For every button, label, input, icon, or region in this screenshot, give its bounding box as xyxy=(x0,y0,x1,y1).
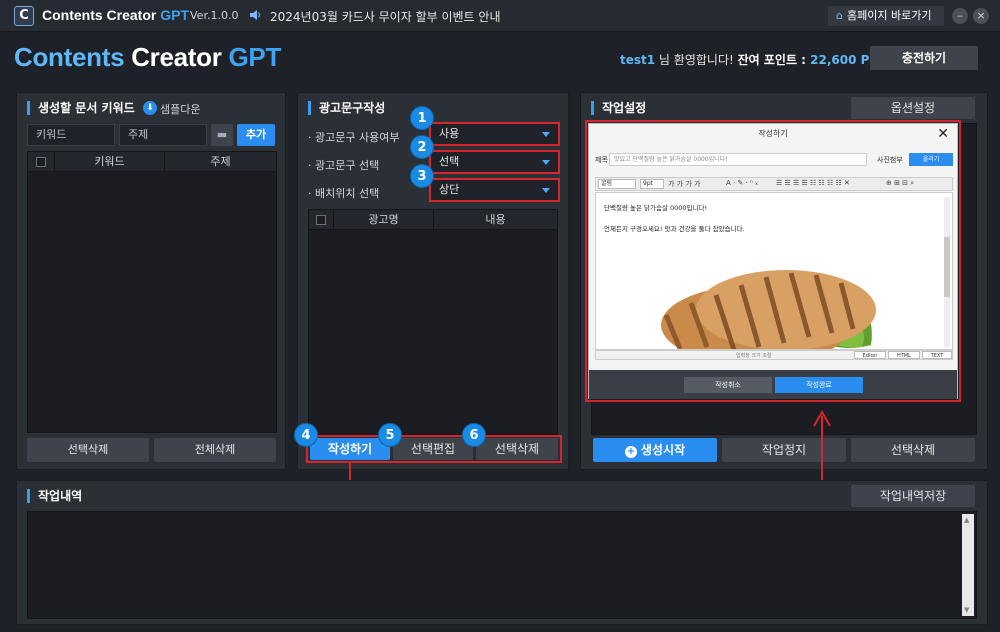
window-title-main: Contents Creator xyxy=(42,7,161,23)
col-ad-name: 광고명 xyxy=(333,210,433,230)
color-icon[interactable]: A · ✎ · ⁿ ₓ xyxy=(726,179,758,187)
window-title: Contents Creator GPT xyxy=(42,7,189,23)
ad-select-select[interactable]: 선택 xyxy=(429,150,560,174)
log-scrollbar[interactable]: ▲ ▼ xyxy=(962,514,974,616)
tab-editor[interactable]: Editor xyxy=(854,351,886,359)
sample-download-link[interactable]: 샘플다운 xyxy=(160,101,200,117)
ad-use-select[interactable]: 사용 xyxy=(429,122,560,146)
work-panel-title: 작업설정 xyxy=(591,101,646,115)
delete-selected-work-button[interactable]: 선택삭제 xyxy=(851,438,975,462)
username: test1 xyxy=(620,53,656,67)
insert-icon[interactable]: ⊕ ⊞ ⊟ ⌕ xyxy=(886,179,914,188)
editor-cancel-button[interactable]: 작성취소 xyxy=(684,377,772,393)
tab-text[interactable]: TEXT xyxy=(922,351,952,359)
homepage-label: 홈페이지 바로가기 xyxy=(846,9,932,22)
font-family-dropdown[interactable]: 굴림 xyxy=(598,179,636,189)
editor-scrollbar[interactable] xyxy=(944,197,950,347)
welcome-message: test1 님 환영합니다! 잔여 포인트 : 22,600 P xyxy=(620,51,869,68)
editor-title: 작성하기 xyxy=(758,129,788,138)
editor-status-bar: 입력창 크기 조절 Editor HTML TEXT xyxy=(595,350,953,360)
welcome-text: 님 환영합니다! xyxy=(655,53,738,67)
log-area: ▲ ▼ xyxy=(27,511,977,619)
align-icon[interactable]: ☰ ☰ ☰ ☰ ☷ ☷ ☷ ☷ ✕ xyxy=(776,179,850,187)
keyword-input[interactable]: 키워드 xyxy=(27,124,115,146)
write-editor-dialog: 작성하기 ✕ 제목 맛있고 단백질량 높은 닭가슴살 0000입니다! 사진첨부… xyxy=(588,123,958,399)
chevron-down-icon xyxy=(542,132,550,137)
bold-icon[interactable]: 가 가 가 가 xyxy=(668,179,700,189)
editor-footer xyxy=(589,370,957,399)
delete-selected-keyword-button[interactable]: 선택삭제 xyxy=(27,438,149,462)
close-window-button[interactable]: × xyxy=(973,8,989,24)
editor-upload-button[interactable]: 올리기 xyxy=(909,153,953,166)
editor-subject-label: 제목 xyxy=(595,156,608,164)
options-button[interactable]: 옵션설정 xyxy=(851,97,975,119)
step-badge-4: 4 xyxy=(294,423,318,447)
ad-panel-title: 광고문구작성 xyxy=(308,101,385,115)
editor-toolbar: 굴림 9pt 가 가 가 가 A · ✎ · ⁿ ₓ ☰ ☰ ☰ ☰ ☷ ☷ ☷… xyxy=(595,177,953,191)
editor-subject-input[interactable]: 맛있고 단백질량 높은 닭가슴살 0000입니다! xyxy=(609,153,867,166)
chevron-down-icon xyxy=(542,188,550,193)
app-logo-icon: C xyxy=(14,6,34,26)
editor-done-button[interactable]: 작성완료 xyxy=(775,377,863,393)
ad-select-all-checkbox[interactable] xyxy=(316,215,326,225)
ad-select-all-cell xyxy=(309,210,333,230)
add-keyword-button[interactable]: 추가 xyxy=(237,124,275,146)
speaker-icon xyxy=(250,10,260,20)
ad-position-value: 상단 xyxy=(439,183,460,196)
step-badge-3: 3 xyxy=(410,164,434,188)
chevron-down-icon xyxy=(542,160,550,165)
keyword-panel-title: 생성할 문서 키워드 xyxy=(27,101,135,115)
step-badge-1: 1 xyxy=(410,106,434,130)
editor-body[interactable]: 단백질량 높은 닭가슴살 0000입니다! 언제든지 구경오세요! 맛과 건강을… xyxy=(595,192,953,350)
close-icon[interactable]: ✕ xyxy=(937,126,949,142)
tab-html[interactable]: HTML xyxy=(888,351,920,359)
subject-input[interactable]: 주제 xyxy=(119,124,207,146)
ad-use-value: 사용 xyxy=(439,127,460,140)
ad-select-label: · 광고문구 선택 xyxy=(308,159,380,172)
notice-link[interactable]: 2024년03월 카드사 무이자 할부 이벤트 안내 xyxy=(270,8,500,25)
log-panel: 작업내역 작업내역저장 ▲ ▼ xyxy=(16,480,988,625)
folder-icon[interactable]: ▬ xyxy=(211,124,233,146)
scroll-up-icon[interactable]: ▲ xyxy=(964,516,969,524)
points-label: 잔여 포인트 : xyxy=(737,53,811,67)
brand-logo: Contents Creator GPT xyxy=(14,42,281,73)
col-ad-content: 내용 xyxy=(433,210,557,230)
ad-use-label: · 광고문구 사용여부 xyxy=(308,131,400,144)
editor-line-2: 언제든지 구경오세요! 맛과 건강을 둘다 잡았습니다. xyxy=(604,225,745,233)
select-all-checkbox[interactable] xyxy=(36,157,46,167)
keyword-panel-title-text: 생성할 문서 키워드 xyxy=(38,101,135,115)
log-panel-title: 작업내역 xyxy=(27,489,82,503)
col-keyword: 키워드 xyxy=(54,152,164,172)
keyword-panel: 생성할 문서 키워드 ⬇ 샘플다운 키워드 주제 ▬ 추가 키워드 주제 선택삭… xyxy=(16,92,286,470)
window-title-gpt: GPT xyxy=(160,7,190,23)
version-label: Ver.1.0.0 xyxy=(190,9,239,22)
editor-photo-label: 사진첨부 xyxy=(877,156,903,164)
charge-button[interactable]: 충전하기 xyxy=(870,46,978,70)
scroll-down-icon[interactable]: ▼ xyxy=(964,606,969,614)
ad-select-value: 선택 xyxy=(439,155,460,168)
chicken-image xyxy=(661,270,876,349)
points-value: 22,600 P xyxy=(810,53,870,67)
brand-gpt: GPT xyxy=(228,42,282,72)
delete-all-keyword-button[interactable]: 전체삭제 xyxy=(154,438,276,462)
homepage-button[interactable]: ⌂ 홈페이지 바로가기 xyxy=(828,6,944,26)
minimize-button[interactable]: – xyxy=(952,8,968,24)
editor-line-1: 단백질량 높은 닭가슴살 0000입니다! xyxy=(604,204,708,212)
home-icon: ⌂ xyxy=(836,9,843,22)
font-size-dropdown[interactable]: 9pt xyxy=(640,179,664,189)
brand-contents: Contents xyxy=(14,42,125,72)
ad-position-label: · 배치위치 선택 xyxy=(308,187,380,200)
download-icon[interactable]: ⬇ xyxy=(143,101,157,115)
resize-handle[interactable]: 입력창 크기 조절 xyxy=(736,352,771,359)
brand-creator: Creator xyxy=(124,42,229,72)
step-badge-2: 2 xyxy=(410,135,434,159)
save-log-button[interactable]: 작업내역저장 xyxy=(851,485,975,507)
keyword-select-all-cell xyxy=(28,152,54,172)
keyword-table: 키워드 주제 xyxy=(27,151,277,433)
ad-position-select[interactable]: 상단 xyxy=(429,178,560,202)
col-subject: 주제 xyxy=(164,152,276,172)
